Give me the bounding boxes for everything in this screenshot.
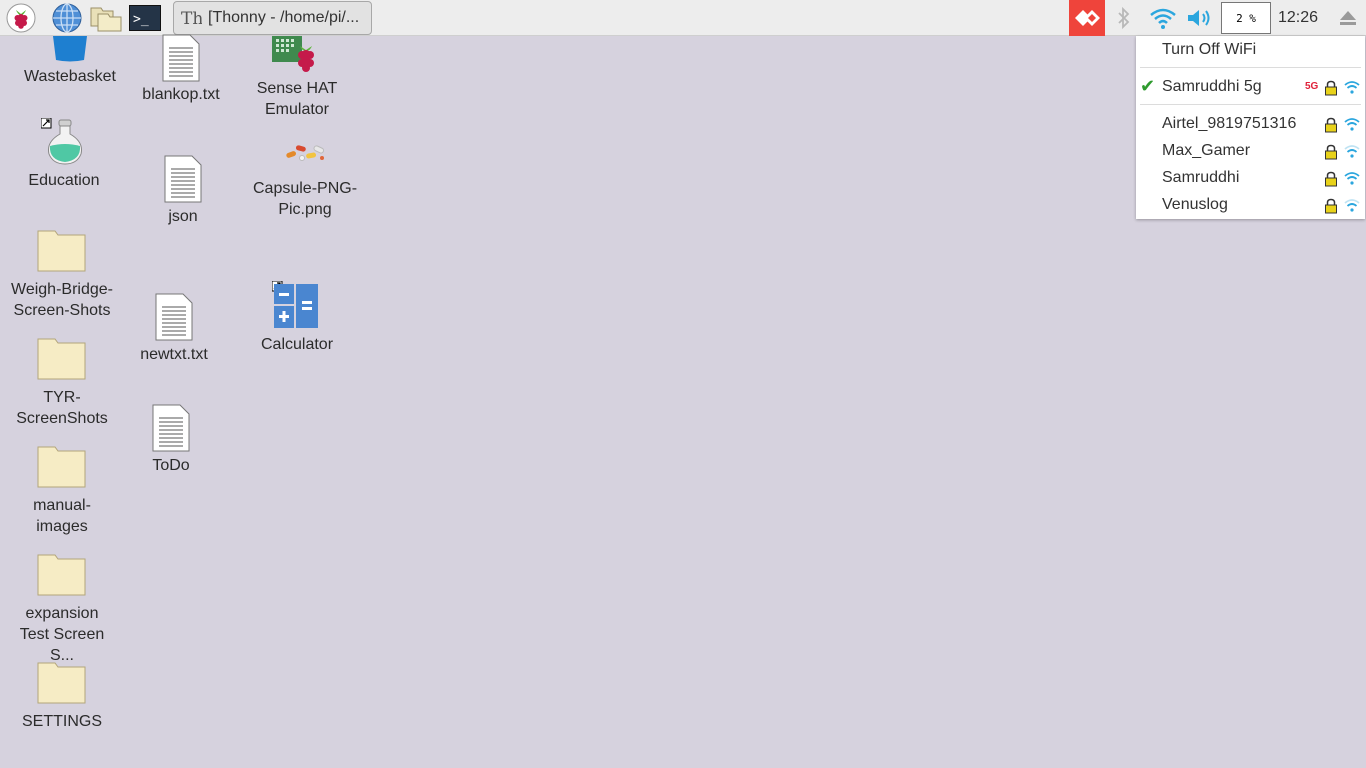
bluetooth-icon bbox=[1118, 6, 1130, 30]
signal-strong-icon bbox=[1344, 172, 1360, 185]
folder-icon bbox=[37, 446, 86, 488]
anydesk-tray-button[interactable] bbox=[1069, 0, 1105, 36]
desktop-icon-todo[interactable]: ToDo bbox=[116, 404, 226, 476]
lock-icon bbox=[1325, 144, 1337, 160]
flask-icon bbox=[41, 118, 82, 165]
wifi-tray-button[interactable] bbox=[1147, 2, 1179, 34]
network-item[interactable]: Airtel_9819751316 bbox=[1136, 112, 1365, 138]
network-ssid: Max_Gamer bbox=[1162, 142, 1251, 159]
capsule-image-icon bbox=[286, 145, 325, 161]
network-ssid: Venuslog bbox=[1162, 196, 1228, 213]
folders-icon bbox=[90, 7, 122, 32]
terminal-button[interactable]: >_ bbox=[128, 2, 162, 34]
anydesk-icon bbox=[1075, 10, 1100, 26]
eject-icon bbox=[1340, 11, 1356, 25]
folder-icon bbox=[37, 554, 86, 596]
signal-weak-icon bbox=[1344, 199, 1360, 212]
svg-text:Th: Th bbox=[181, 9, 202, 29]
calculator-icon bbox=[272, 281, 318, 328]
trash-icon bbox=[53, 36, 87, 62]
volume-tray-button[interactable] bbox=[1185, 2, 1215, 34]
speaker-icon bbox=[1188, 10, 1210, 26]
cpu-usage-text: 2 % bbox=[1236, 11, 1256, 25]
text-file-icon bbox=[152, 404, 190, 452]
menu-separator bbox=[1140, 67, 1361, 68]
turn-off-wifi-item[interactable]: Turn Off WiFi bbox=[1136, 38, 1365, 64]
task-label: [Thonny - /home/pi/... bbox=[208, 9, 360, 26]
taskbar: >_ Th [Thonny - /home/pi/... 2 % 12:26 bbox=[0, 0, 1366, 36]
thonny-icon: Th bbox=[181, 9, 202, 29]
clock[interactable]: 12:26 bbox=[1278, 0, 1318, 36]
network-item[interactable]: Samruddhi bbox=[1136, 166, 1365, 192]
web-browser-button[interactable] bbox=[50, 2, 84, 34]
network-ssid: Samruddhi 5g bbox=[1162, 78, 1262, 95]
raspberry-icon bbox=[6, 3, 36, 33]
network-ssid: Airtel_9819751316 bbox=[1162, 115, 1297, 132]
wifi-icon bbox=[1150, 8, 1176, 29]
task-button-thonny[interactable]: Th [Thonny - /home/pi/... bbox=[173, 1, 372, 35]
desktop-icon-capsule-png[interactable]: Capsule-PNG- Pic.png bbox=[250, 138, 360, 220]
wifi-menu: Turn Off WiFi ✔ Samruddhi 5g 5G Airtel_9… bbox=[1136, 36, 1365, 219]
text-file-icon bbox=[164, 155, 202, 203]
desktop-icon-weigh-bridge-screen-shots[interactable]: Weigh-Bridge- Screen-Shots bbox=[7, 229, 117, 321]
terminal-icon: >_ bbox=[129, 5, 161, 31]
lock-icon bbox=[1325, 171, 1337, 187]
terminal-prompt: >_ bbox=[133, 12, 149, 27]
desktop-icon-blankop-txt[interactable]: blankop.txt bbox=[126, 34, 236, 105]
sense-hat-icon bbox=[272, 36, 314, 72]
text-file-icon bbox=[162, 34, 200, 82]
folder-icon bbox=[37, 338, 86, 380]
band-badge: 5G bbox=[1305, 81, 1319, 92]
desktop-icon-tyr-screenshots[interactable]: TYR- ScreenShots bbox=[7, 337, 117, 429]
globe-icon bbox=[52, 3, 82, 33]
raspberry-menu-button[interactable] bbox=[4, 2, 38, 34]
desktop-icon-settings[interactable]: SETTINGS bbox=[7, 661, 117, 732]
lock-icon bbox=[1325, 117, 1337, 133]
desktop-icon-newtxt-txt[interactable]: newtxt.txt bbox=[119, 293, 229, 365]
desktop-icon-sense-hat-emulator[interactable]: Sense HAT Emulator bbox=[242, 36, 352, 120]
signal-weak-icon bbox=[1344, 145, 1360, 158]
signal-strong-icon bbox=[1344, 118, 1360, 131]
desktop-icon-wastebasket[interactable]: Wastebasket bbox=[15, 36, 125, 87]
menu-separator bbox=[1140, 104, 1361, 105]
desktop-icon-education[interactable]: Education bbox=[9, 118, 119, 191]
network-item[interactable]: Max_Gamer bbox=[1136, 139, 1365, 165]
lock-icon bbox=[1325, 198, 1337, 214]
text-file-icon bbox=[155, 293, 193, 341]
network-item-connected[interactable]: ✔ Samruddhi 5g 5G bbox=[1136, 75, 1365, 101]
folder-icon bbox=[37, 230, 86, 272]
signal-strong-icon bbox=[1344, 81, 1360, 94]
check-icon: ✔ bbox=[1140, 76, 1156, 96]
desktop-icon-expansion-test-screen[interactable]: expansion Test Screen S... bbox=[7, 553, 117, 666]
eject-tray-button[interactable] bbox=[1334, 2, 1362, 34]
desktop-icon-json[interactable]: json bbox=[128, 155, 238, 227]
desktop-icon-calculator[interactable]: Calculator bbox=[242, 281, 352, 355]
desktop-icon-manual-images[interactable]: manual- images bbox=[7, 445, 117, 537]
network-item[interactable]: Venuslog bbox=[1136, 193, 1365, 219]
file-manager-button[interactable] bbox=[88, 2, 124, 34]
folder-icon bbox=[37, 662, 86, 704]
bluetooth-tray-button[interactable] bbox=[1112, 2, 1136, 34]
lock-icon bbox=[1325, 80, 1337, 96]
network-ssid: Samruddhi bbox=[1162, 169, 1240, 186]
menu-item-label: Turn Off WiFi bbox=[1162, 41, 1257, 58]
cpu-monitor[interactable]: 2 % bbox=[1221, 2, 1271, 34]
